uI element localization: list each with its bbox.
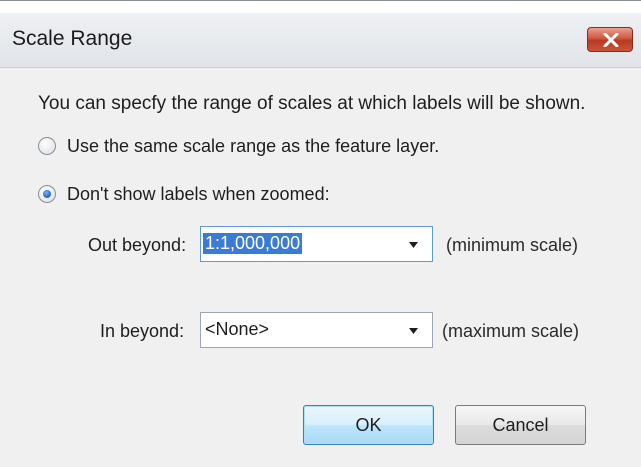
window-title: Scale Range bbox=[12, 27, 133, 50]
radio-label-dont-show[interactable]: Don't show labels when zoomed: bbox=[67, 184, 330, 205]
window-frame bbox=[0, 1, 641, 13]
in-beyond-combobox[interactable]: <None> bbox=[200, 312, 433, 348]
radio-same-scale-range[interactable]: Use the same scale range as the feature … bbox=[38, 136, 478, 160]
radio-button[interactable] bbox=[38, 137, 56, 155]
radio-dont-show-when-zoomed[interactable]: Don't show labels when zoomed: bbox=[38, 184, 378, 208]
chevron-down-icon[interactable] bbox=[409, 328, 418, 334]
maximum-scale-hint: (maximum scale) bbox=[442, 321, 580, 341]
chevron-down-icon[interactable] bbox=[409, 242, 418, 248]
description-text: You can specfy the range of scales at wh… bbox=[38, 93, 586, 114]
out-beyond-value: 1:1,000,000 bbox=[203, 233, 303, 254]
radio-label-same-scale[interactable]: Use the same scale range as the feature … bbox=[67, 136, 439, 157]
radio-button-selected[interactable] bbox=[38, 185, 56, 203]
cancel-button[interactable]: Cancel bbox=[455, 405, 586, 445]
in-beyond-value: <None> bbox=[205, 319, 270, 339]
in-beyond-label: In beyond: bbox=[100, 321, 185, 341]
close-icon bbox=[603, 33, 619, 47]
scale-range-dialog: Scale Range You can specfy the range of … bbox=[0, 0, 641, 467]
dialog-body: You can specfy the range of scales at wh… bbox=[0, 68, 641, 467]
out-beyond-combobox[interactable]: 1:1,000,000 bbox=[200, 226, 433, 262]
title-bar: Scale Range bbox=[0, 13, 641, 68]
ok-button[interactable]: OK bbox=[303, 405, 434, 445]
close-button[interactable] bbox=[587, 27, 633, 52]
minimum-scale-hint: (minimum scale) bbox=[446, 235, 579, 255]
out-beyond-label: Out beyond: bbox=[88, 235, 187, 255]
